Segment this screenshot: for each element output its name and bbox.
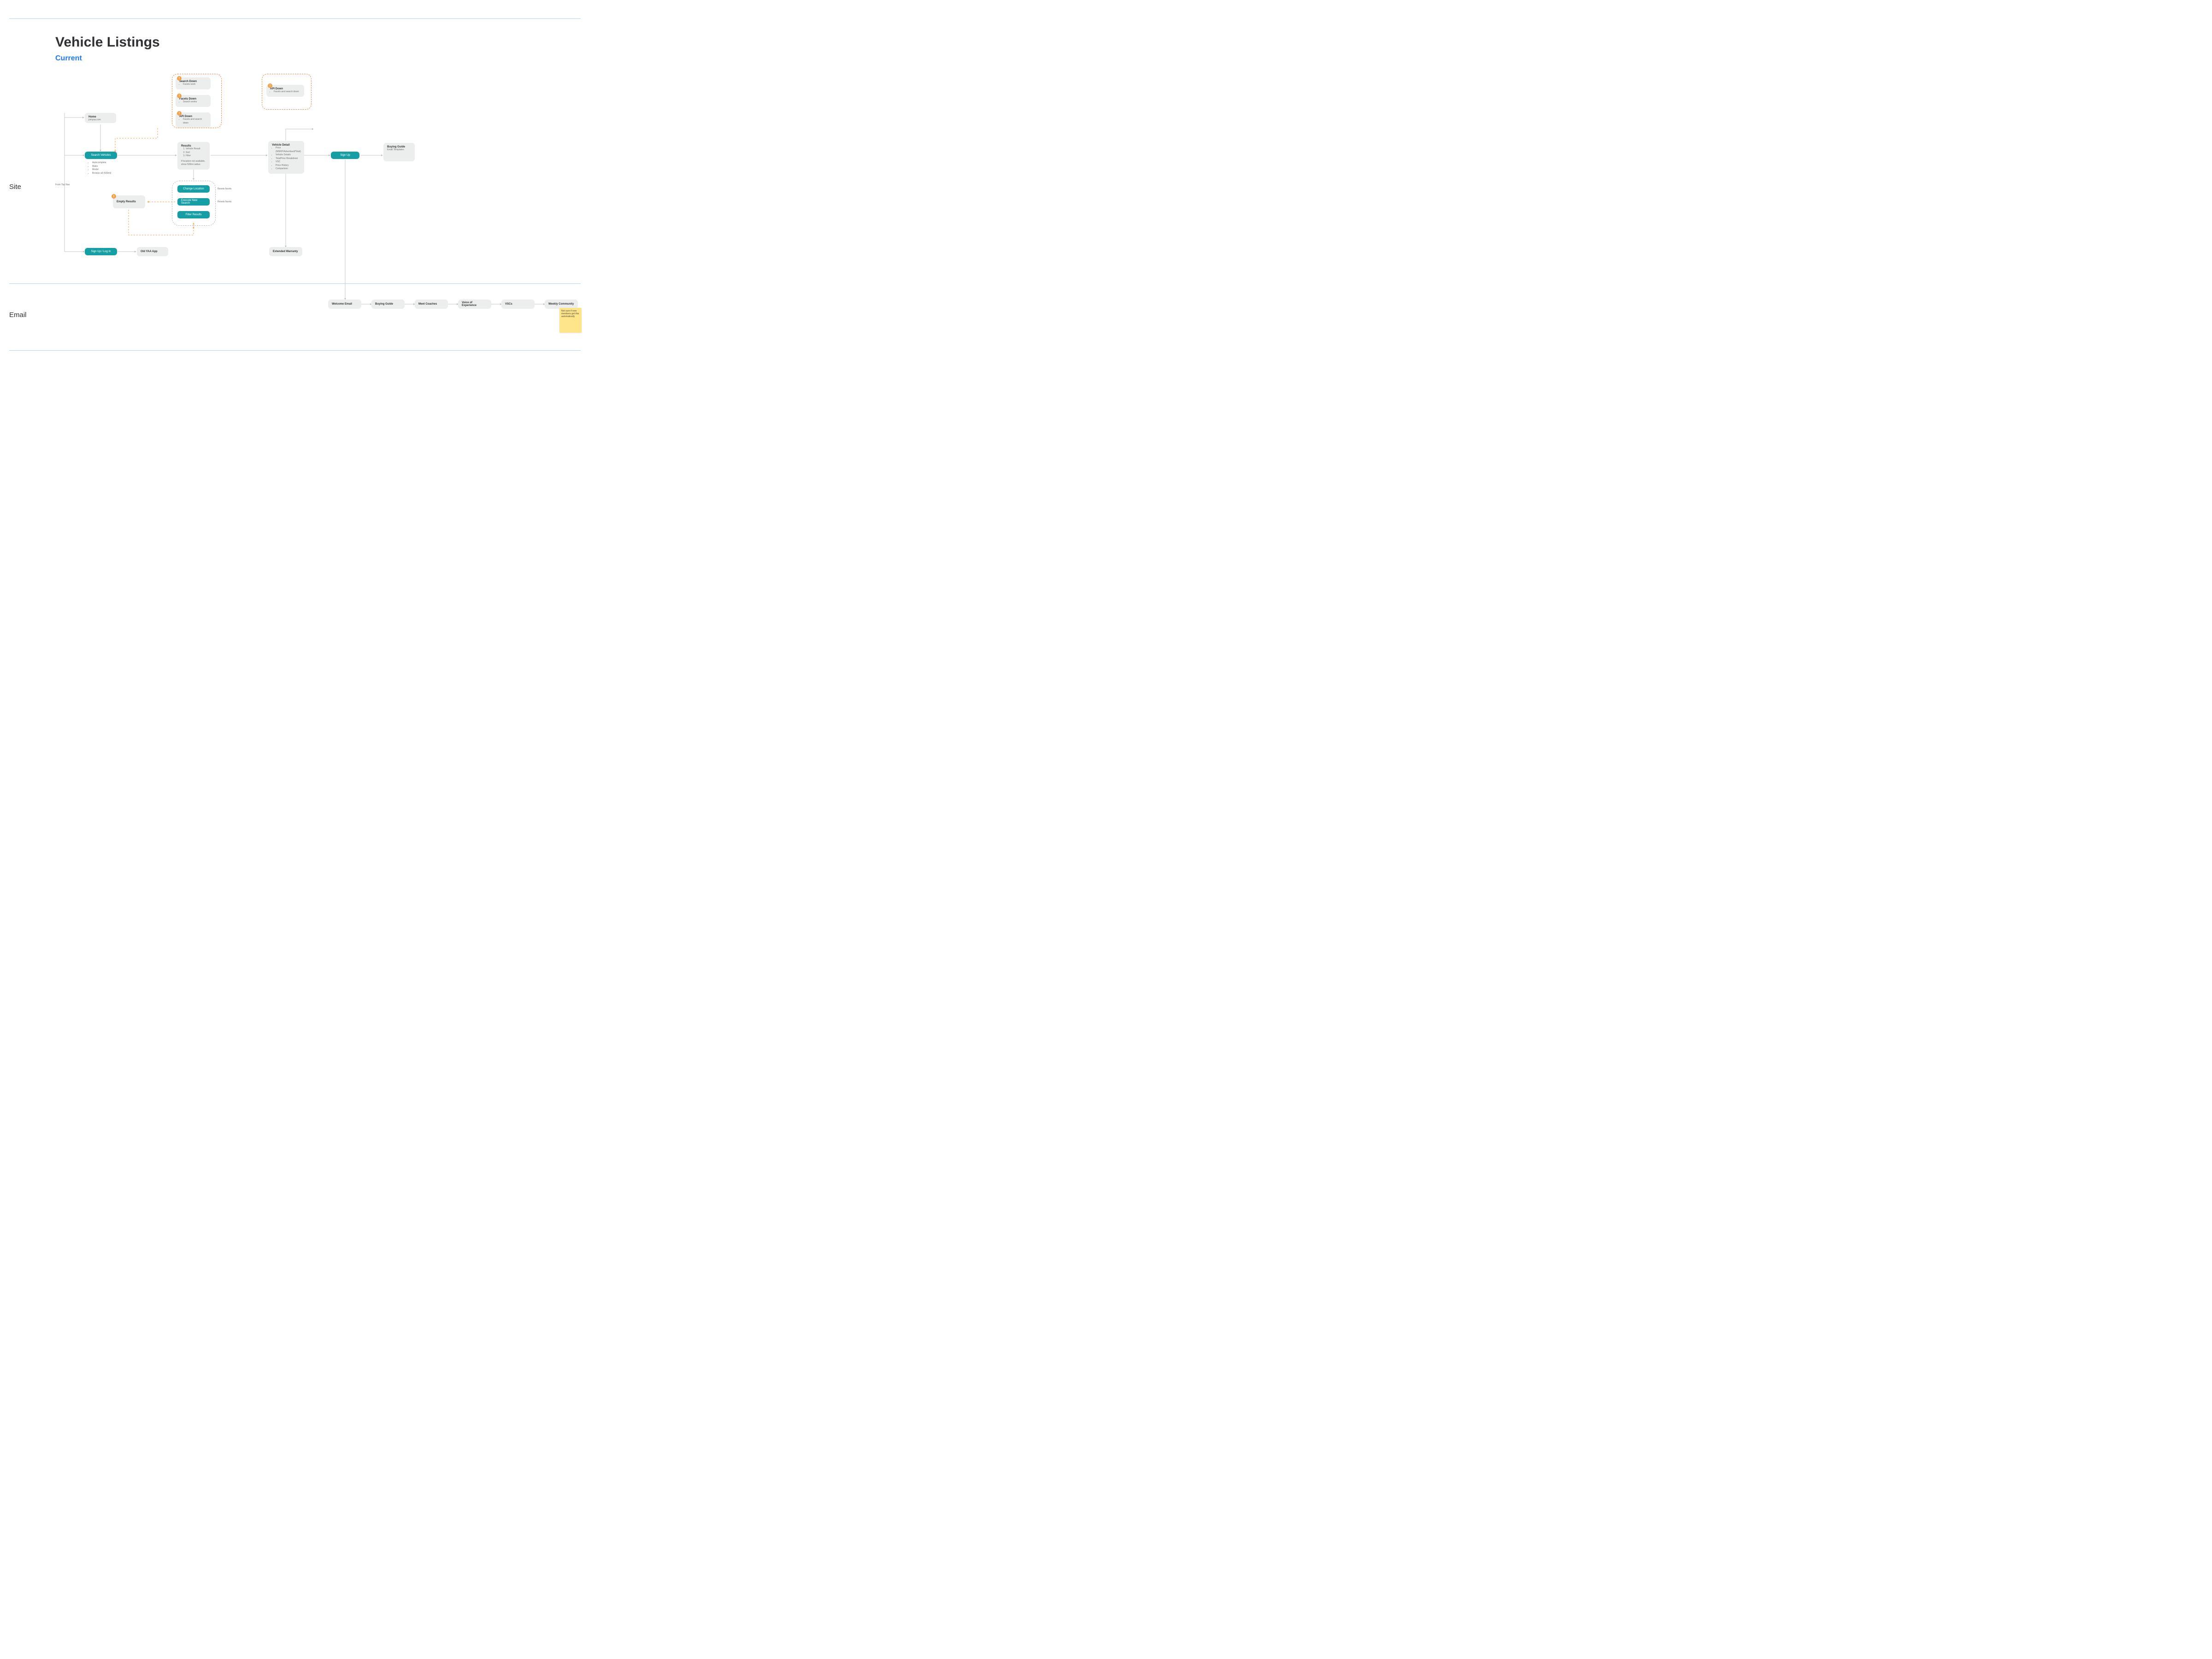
results-item-sort: Sort — [186, 151, 206, 155]
email-voice-label: Voice of Experience — [462, 301, 488, 307]
vd-vsc: VSC — [276, 160, 300, 164]
section-label-email: Email — [9, 311, 27, 319]
button-filter-results[interactable]: Filter Results — [177, 211, 210, 218]
divider-email-bottom — [9, 350, 581, 351]
divider-site-email — [9, 283, 581, 284]
node-results: Results Vehicle Result Sort Filter If lo… — [177, 142, 210, 170]
warning-icon: ! — [268, 83, 272, 88]
error-facets-down-sub: Search works — [183, 100, 207, 104]
extended-warranty-label: Extended Warranty — [273, 250, 298, 253]
node-extended-warranty: Extended Warranty — [269, 247, 302, 256]
subtitle-current: Current — [55, 54, 82, 63]
email-meet-coaches: Meet Coaches — [415, 300, 448, 309]
node-empty-results: Empty Results — [113, 195, 145, 208]
label-resets-facets-1: Resets facets — [218, 188, 231, 190]
page-title: Vehicle Listings — [55, 35, 160, 50]
sticky-note: Not sure if new members get this automat… — [559, 308, 582, 333]
button-change-location[interactable]: Change Location — [177, 185, 210, 193]
results-item-vehicle: Vehicle Result — [186, 147, 206, 151]
flow-connectors — [0, 0, 590, 442]
email-buying-guide: Buying Guide — [371, 300, 405, 309]
buying-guide-sub: Email Templates — [387, 148, 411, 152]
node-old-yaa-app: Old YAA App — [137, 247, 168, 256]
node-signup[interactable]: Sign Up — [331, 152, 359, 159]
search-vehicles-bullets: Autocomplete Make Model Browse all (500m… — [88, 161, 111, 175]
button-execute-new-search[interactable]: Execute New Search — [177, 198, 210, 206]
warning-icon: ! — [177, 94, 182, 98]
error-search-down-sub: Facets work — [183, 83, 207, 87]
error-api-down2-sub: Facets and search down — [274, 90, 300, 94]
email-vscs: VSCs — [501, 300, 535, 309]
email-coaches-label: Meet Coaches — [418, 303, 437, 306]
label-from-top-nav: From Top Nav — [55, 183, 70, 186]
email-vscs-label: VSCs — [505, 303, 512, 306]
divider-top — [9, 18, 581, 19]
bullet-autocomplete: Autocomplete — [92, 161, 111, 165]
email-welcome-label: Welcome Email — [332, 303, 352, 306]
results-note: If location not available, show 500mi ra… — [181, 160, 206, 167]
email-buying-label: Buying Guide — [375, 303, 393, 306]
email-weekly: Weekly Community — [545, 300, 578, 309]
vd-price: Price (MSRP/Advertised/Total) — [276, 147, 300, 153]
node-buying-guide: Buying Guide Email Templates — [383, 143, 415, 161]
bullet-browse-all: Browse all (500mi) — [92, 172, 111, 176]
warning-icon: ! — [177, 111, 182, 116]
results-item-filter: Filter — [186, 154, 206, 158]
node-empty-results-label: Empty Results — [117, 200, 136, 203]
label-resets-facets-2: Resets facets — [218, 200, 231, 203]
node-home: Home joinyaa.com — [85, 113, 116, 123]
bullet-model: Model — [92, 168, 111, 172]
vd-history: Price History — [276, 164, 300, 168]
sticky-note-text: Not sure if new members get this automat… — [561, 310, 580, 318]
section-label-site: Site — [9, 183, 21, 191]
email-weekly-label: Weekly Community — [548, 303, 574, 306]
node-home-sub: joinyaa.com — [88, 118, 112, 122]
error-api-down-sub: Facets and search down — [183, 118, 207, 125]
warning-icon: ! — [112, 194, 116, 199]
email-welcome: Welcome Email — [328, 300, 361, 309]
vd-comparison: Comparison — [276, 167, 300, 171]
node-old-yaa-app-label: Old YAA App — [141, 250, 158, 253]
warning-icon: ! — [177, 76, 182, 81]
node-search-vehicles[interactable]: Search Vehicles — [85, 152, 117, 159]
email-voice: Voice of Experience — [458, 300, 491, 309]
node-vehicle-detail: Vehicle Detail Price (MSRP/Advertised/To… — [268, 141, 304, 174]
node-signup-login[interactable]: Sign Up / Log In — [85, 248, 117, 255]
bullet-make: Make — [92, 165, 111, 169]
vd-totalprice: TotalPrice Breakdown — [276, 157, 300, 161]
vd-details: Vehicle Details — [276, 153, 300, 157]
